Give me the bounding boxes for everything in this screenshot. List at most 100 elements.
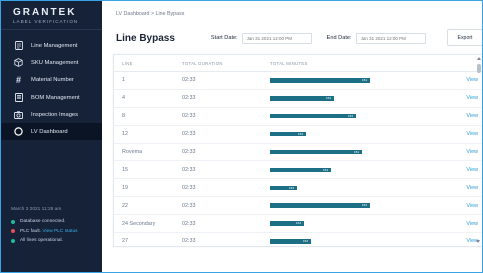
status-database: Database connected. xyxy=(11,217,78,227)
minutes-bar: 154 xyxy=(270,185,297,191)
line-cell: 27 xyxy=(122,238,128,245)
page-title: Line Bypass xyxy=(116,32,175,44)
minutes-cell: 154 xyxy=(270,113,460,119)
line-cell: 8 xyxy=(122,113,125,120)
minutes-cell: 154 xyxy=(270,78,460,83)
table-row: 8 02:33 154 View xyxy=(114,108,482,126)
table-row: 15 02:33 154 View xyxy=(114,161,482,180)
status-dot-green xyxy=(11,238,15,243)
table-row: Rovema 02:33 154 View xyxy=(114,144,482,162)
page-header: Line Bypass Start Date: End Date: xyxy=(116,31,476,45)
line-cell: 22 xyxy=(122,202,128,209)
scrollbar[interactable] xyxy=(476,57,481,243)
sidebar-item-label: Material Number xyxy=(31,77,74,84)
duration-cell: 02:33 xyxy=(182,184,196,191)
minutes-value: 154 xyxy=(353,149,359,154)
line-cell: 1 xyxy=(122,77,125,84)
minutes-value: 154 xyxy=(322,167,328,172)
duration-cell: 02:33 xyxy=(182,220,196,227)
duration-cell: 02:33 xyxy=(182,166,196,173)
app-window: GRANTEK LABEL VERIFICATION Line Manageme… xyxy=(0,0,483,273)
table-row: 4 02:33 154 View xyxy=(114,90,482,108)
system-status: March 3 2021 11:28 am Database connected… xyxy=(11,207,78,246)
sidebar: GRANTEK LABEL VERIFICATION Line Manageme… xyxy=(1,1,102,272)
bypass-table-card: LINE TOTAL DURATION TOTAL MINUTES 1 02:33… xyxy=(113,54,482,247)
minutes-value: 154 xyxy=(302,239,308,244)
sidebar-item-label: LV Dashboard xyxy=(31,128,68,135)
document-icon xyxy=(14,41,23,51)
sidebar-item-material-number[interactable]: # Material Number xyxy=(1,72,102,89)
breadcrumb[interactable]: LV Dashboard > Line Bypass xyxy=(116,11,184,17)
sidebar-nav: Line Management SKU Management # Materia… xyxy=(1,37,102,141)
status-plc: PLC fault. View PLC status xyxy=(11,227,78,237)
line-cell: 4 xyxy=(122,95,125,102)
minutes-bar: 154 xyxy=(270,78,370,83)
minutes-bar: 154 xyxy=(270,96,334,101)
status-text: PLC fault. xyxy=(20,228,42,234)
brand-subtitle: LABEL VERIFICATION xyxy=(13,19,79,24)
minutes-value: 154 xyxy=(297,131,303,136)
end-date-input[interactable] xyxy=(355,32,426,44)
brand-name: GRANTEK xyxy=(13,7,77,18)
view-plc-status-link[interactable]: View PLC status xyxy=(42,229,77,234)
start-date-input[interactable] xyxy=(241,32,312,44)
minutes-cell: 154 xyxy=(270,185,460,191)
minutes-value: 154 xyxy=(295,221,301,226)
status-text: Database connected. xyxy=(20,219,66,225)
minutes-cell: 154 xyxy=(270,131,460,137)
minutes-cell: 154 xyxy=(270,221,460,226)
duration-cell: 02:33 xyxy=(182,149,196,155)
hash-icon: # xyxy=(15,75,21,86)
main-content: LV Dashboard > Line Bypass Line Bypass S… xyxy=(102,1,482,272)
line-cell: 12 xyxy=(122,131,128,138)
column-header-minutes: TOTAL MINUTES xyxy=(270,60,308,66)
column-header-duration: TOTAL DURATION xyxy=(182,60,223,66)
minutes-bar: 154 xyxy=(270,221,304,226)
cube-icon xyxy=(14,58,23,68)
table-header: LINE TOTAL DURATION TOTAL MINUTES xyxy=(114,55,482,72)
table-row: 27 02:33 154 View xyxy=(114,233,482,246)
camera-icon xyxy=(14,110,23,119)
minutes-value: 154 xyxy=(361,78,367,83)
start-date-label: Start Date: xyxy=(210,35,238,41)
duration-cell: 02:33 xyxy=(182,77,196,84)
scroll-thumb[interactable] xyxy=(476,64,481,73)
minutes-bar: 154 xyxy=(270,167,331,173)
minutes-value: 154 xyxy=(325,96,331,101)
sidebar-item-label: BOM Management xyxy=(31,94,80,101)
minutes-bar: 154 xyxy=(270,239,311,244)
line-cell: 15 xyxy=(122,166,128,173)
table-body: 1 02:33 154 View 4 02:33 154 View 8 02:33 154 View 1… xyxy=(114,72,482,246)
minutes-value: 154 xyxy=(361,203,367,208)
export-button[interactable]: Export xyxy=(447,29,482,46)
sidebar-item-inspection-images[interactable]: Inspection Images xyxy=(1,106,102,123)
status-dot-green xyxy=(11,219,15,224)
scroll-down-arrow-icon[interactable] xyxy=(476,240,480,243)
sidebar-item-label: SKU Management xyxy=(31,59,79,66)
table-row: 1 02:33 154 View xyxy=(114,72,482,90)
duration-cell: 02:33 xyxy=(182,238,196,245)
minutes-bar: 154 xyxy=(270,203,370,208)
sidebar-item-lv-dashboard[interactable]: LV Dashboard xyxy=(1,123,102,141)
minutes-value: 154 xyxy=(288,185,294,190)
table-row: 24 Secondary 02:33 154 View xyxy=(114,215,482,234)
sidebar-item-label: Inspection Images xyxy=(31,111,79,118)
minutes-bar: 154 xyxy=(270,113,356,119)
line-cell: 19 xyxy=(122,184,128,191)
sidebar-item-bom-management[interactable]: BOM Management xyxy=(1,89,102,106)
brand: GRANTEK LABEL VERIFICATION xyxy=(1,1,102,30)
status-lines: All lines operational. xyxy=(11,236,78,246)
sidebar-item-sku-management[interactable]: SKU Management xyxy=(1,54,102,71)
sidebar-item-label: Line Management xyxy=(31,42,78,49)
minutes-cell: 154 xyxy=(270,203,460,208)
table-row: 19 02:33 154 View xyxy=(114,179,482,198)
minutes-cell: 154 xyxy=(270,167,460,173)
list-icon xyxy=(14,93,23,102)
line-cell: 24 Secondary xyxy=(122,220,156,227)
table-row: 12 02:33 154 View xyxy=(114,126,482,144)
sidebar-item-line-management[interactable]: Line Management xyxy=(1,37,102,54)
minutes-cell: 154 xyxy=(270,96,460,101)
table-row: 22 02:33 154 View xyxy=(114,197,482,216)
scroll-up-arrow-icon[interactable] xyxy=(476,57,481,60)
status-dot-red xyxy=(11,229,15,234)
